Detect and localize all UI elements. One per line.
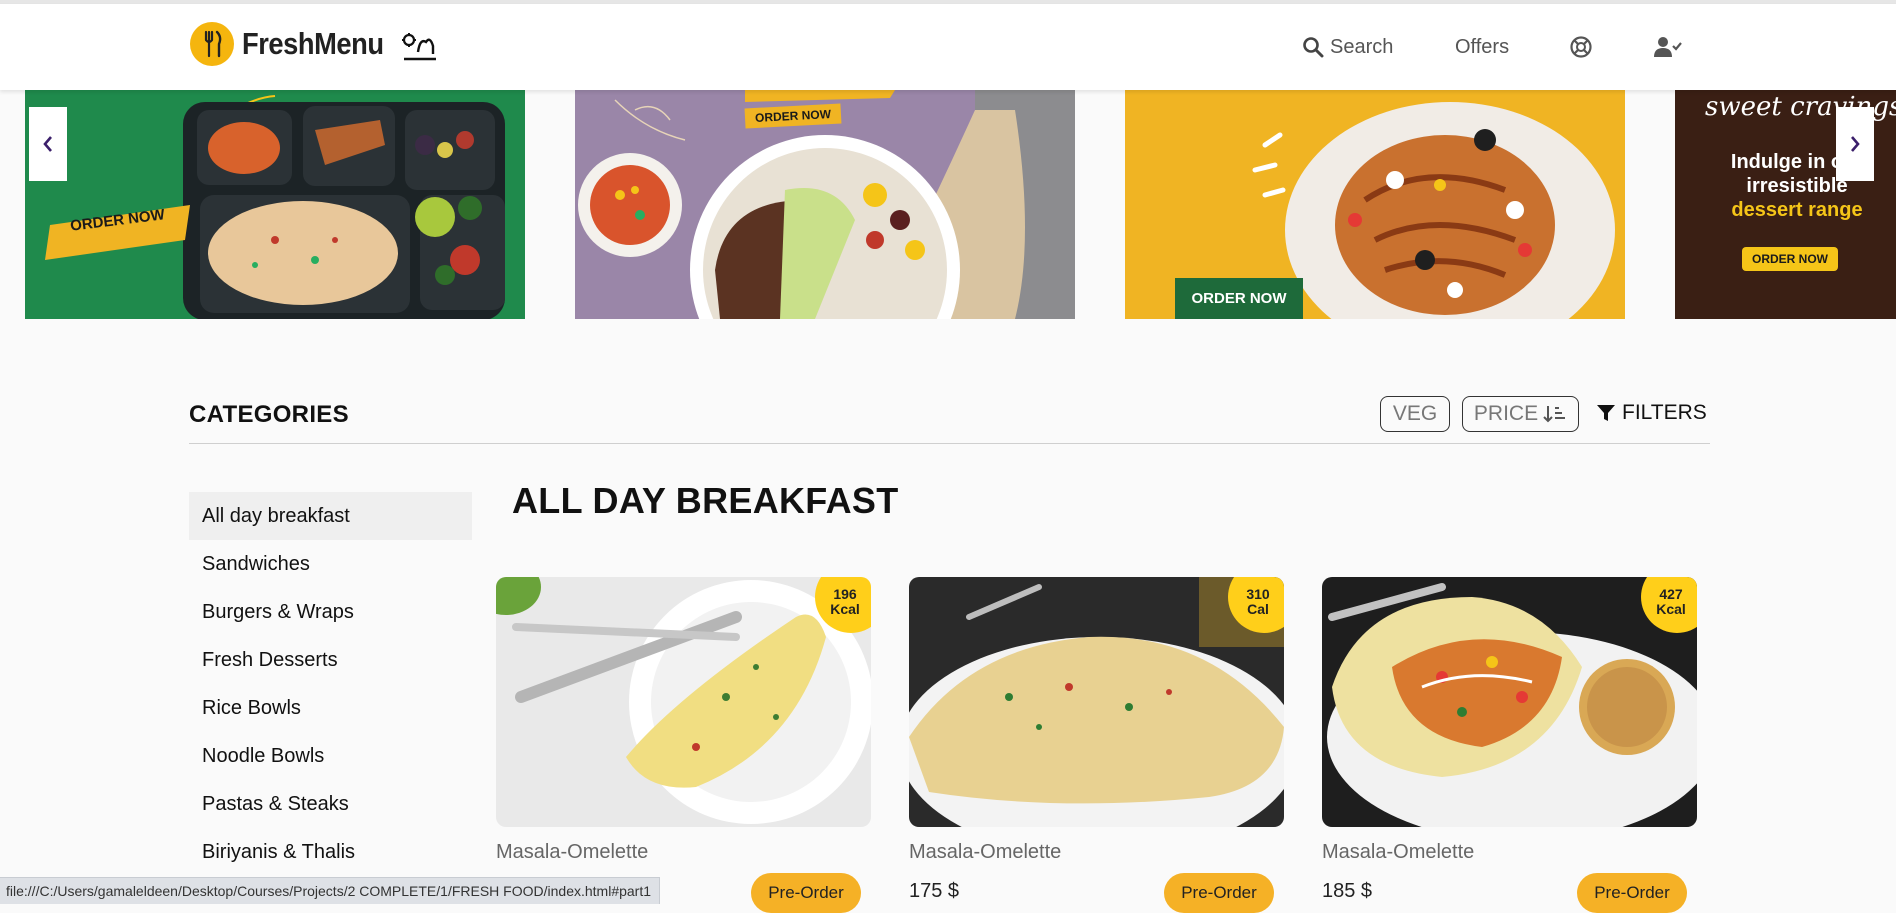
calorie-value: 310 Cal xyxy=(1246,586,1270,617)
filters-label: FILTERS xyxy=(1622,401,1707,424)
order-now-badge: ORDER NOW xyxy=(1175,278,1303,319)
omelette-plate-image xyxy=(1327,583,1697,827)
sort-descending-icon xyxy=(1543,406,1566,423)
price-sort-button[interactable]: PRICE xyxy=(1462,396,1579,432)
price-label: PRICE xyxy=(1473,402,1539,425)
promo-slide-1[interactable]: ORDER NOW xyxy=(25,90,525,319)
product-name: Masala-Omelette xyxy=(496,841,649,863)
calorie-value: 196 Kcal xyxy=(830,586,860,617)
sidebar-item-biriyanis-thalis[interactable]: Biriyanis & Thalis xyxy=(189,828,472,876)
filters-button[interactable]: FILTERS xyxy=(1596,401,1707,425)
burrito-bowl-image xyxy=(578,90,1075,319)
section-title: ALL DAY BREAKFAST xyxy=(512,480,899,521)
product-image[interactable]: 310 Cal xyxy=(909,577,1284,827)
omelette-plate-image xyxy=(909,577,1284,827)
search-link[interactable]: Search xyxy=(1302,4,1393,90)
veg-label: VEG xyxy=(1392,402,1438,425)
chef-mascot-icon xyxy=(400,32,438,67)
user-account-icon[interactable] xyxy=(1654,4,1682,90)
filter-funnel-icon xyxy=(1597,405,1615,421)
logo-text: FreshMenu xyxy=(242,26,384,61)
search-icon xyxy=(1302,36,1324,58)
help-icon[interactable] xyxy=(1569,4,1593,90)
offers-link[interactable]: Offers xyxy=(1455,4,1509,90)
site-header: FreshMenu Search Offers xyxy=(0,4,1896,90)
dessert-highlight: dessert range xyxy=(1731,199,1863,221)
carousel-prev-button[interactable] xyxy=(29,107,67,181)
order-now-badge: ORDER NOW xyxy=(1742,247,1838,271)
meal-tray-image xyxy=(45,95,505,319)
product-price: 175 $ xyxy=(909,880,960,902)
product-image[interactable]: 196 Kcal xyxy=(496,577,871,827)
product-card: 196 Kcal Masala-Omelette Pre-Order xyxy=(496,577,871,913)
categories-divider xyxy=(189,443,1710,444)
calorie-value: 427 Kcal xyxy=(1656,586,1686,617)
sidebar-item-noodle-bowls[interactable]: Noodle Bowls xyxy=(189,732,472,780)
product-card: 427 Kcal Masala-Omelette 185 $ Pre-Order xyxy=(1322,577,1697,913)
product-image[interactable]: 427 Kcal xyxy=(1322,577,1697,827)
browser-status-bar: file:///C:/Users/gamaleldeen/Desktop/Cou… xyxy=(0,877,661,904)
chevron-right-icon xyxy=(1851,136,1860,152)
sidebar-item-all-day-breakfast[interactable]: All day breakfast xyxy=(189,492,472,540)
sidebar-item-pastas-steaks[interactable]: Pastas & Steaks xyxy=(189,780,472,828)
sidebar-item-sandwiches[interactable]: Sandwiches xyxy=(189,540,472,588)
search-label: Search xyxy=(1330,35,1394,58)
omelette-plate-image xyxy=(496,577,871,824)
chevron-left-icon xyxy=(43,136,52,152)
pre-order-button[interactable]: Pre-Order xyxy=(1577,873,1687,913)
promo-slide-3[interactable]: ORDER NOW xyxy=(1125,90,1625,319)
offers-label: Offers xyxy=(1455,35,1510,58)
product-price: 185 $ xyxy=(1322,880,1373,902)
status-url: file:///C:/Users/gamaleldeen/Desktop/Cou… xyxy=(6,883,652,899)
product-name: Masala-Omelette xyxy=(909,841,1062,863)
carousel-next-button[interactable] xyxy=(1836,107,1874,181)
product-name: Masala-Omelette xyxy=(1322,841,1475,863)
promo-slide-2[interactable]: ORDER NOW xyxy=(575,90,1075,319)
categories-title: CATEGORIES xyxy=(189,401,349,428)
pre-order-button[interactable]: Pre-Order xyxy=(1164,873,1274,913)
sidebar-item-rice-bowls[interactable]: Rice Bowls xyxy=(189,684,472,732)
sidebar-item-burgers-wraps[interactable]: Burgers & Wraps xyxy=(189,588,472,636)
pre-order-button[interactable]: Pre-Order xyxy=(751,873,861,913)
logo[interactable]: FreshMenu xyxy=(190,22,403,66)
sidebar-item-fresh-desserts[interactable]: Fresh Desserts xyxy=(189,636,472,684)
product-card: 310 Cal Masala-Omelette 175 $ Pre-Order xyxy=(909,577,1284,913)
veg-filter-button[interactable]: VEG xyxy=(1380,396,1450,432)
logo-icon xyxy=(190,22,234,66)
